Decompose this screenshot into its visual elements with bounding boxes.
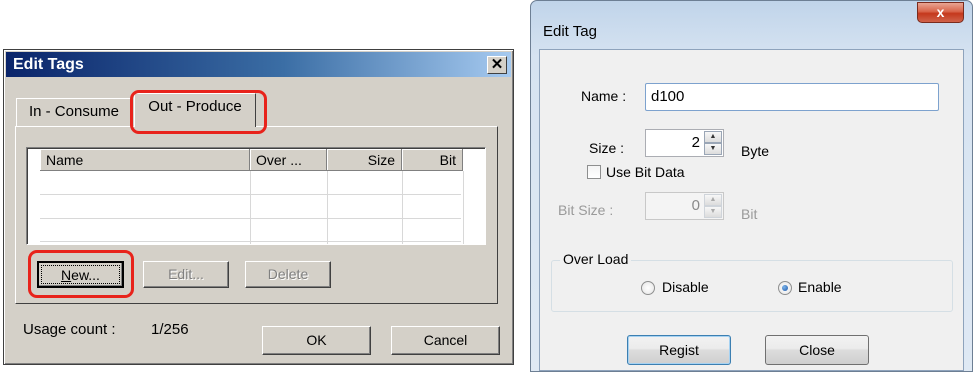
size-unit-label: Byte — [741, 143, 770, 159]
edit-tags-dialog: Edit Tags ✕ In - Consume Out - Produce N… — [3, 49, 514, 365]
size-label: Size : — [589, 140, 625, 156]
spin-down-icon[interactable]: ▼ — [704, 143, 722, 155]
row-divider — [40, 194, 461, 195]
bit-size-label: Bit Size : — [558, 202, 614, 218]
enable-radio-label: Enable — [798, 279, 842, 295]
usage-count-label: Usage count : — [23, 321, 116, 338]
row-divider — [40, 218, 461, 219]
title-bar: Edit Tags ✕ — [6, 52, 511, 77]
column-divider — [250, 171, 251, 244]
size-value: 2 — [691, 134, 700, 151]
column-header-size[interactable]: Size — [327, 149, 402, 171]
size-spin-buttons: ▲ ▼ — [704, 131, 722, 155]
bit-size-unit-label: Bit — [741, 206, 758, 222]
cancel-button[interactable]: Cancel — [391, 326, 500, 355]
usage-count-value: 1/256 — [151, 321, 189, 338]
row-divider — [40, 241, 461, 242]
bit-size-value: 0 — [691, 197, 700, 214]
dialog-body: Name : d100 Size : 2 ▲ ▼ Byte Use Bit Da… — [539, 49, 964, 371]
column-divider — [402, 171, 403, 244]
edit-tag-dialog: Edit Tag x Name : d100 Size : 2 ▲ ▼ Byte… — [530, 0, 973, 372]
column-divider — [327, 171, 328, 244]
name-label: Name : — [581, 88, 627, 104]
name-input[interactable]: d100 — [645, 83, 939, 111]
bit-size-stepper[interactable]: 0 ▲ ▼ — [645, 192, 724, 220]
tag-list-table[interactable]: Name Over ... Size Bit — [26, 147, 486, 245]
overload-legend: Over Load — [560, 251, 632, 267]
regist-button[interactable]: Regist — [627, 335, 731, 365]
spin-down-icon[interactable]: ▼ — [704, 206, 722, 218]
enable-radio[interactable] — [778, 281, 792, 295]
column-header-bit[interactable]: Bit — [402, 149, 463, 171]
ok-button[interactable]: OK — [262, 326, 371, 355]
disable-radio-label: Disable — [662, 279, 709, 295]
bit-size-spin-buttons: ▲ ▼ — [704, 194, 722, 218]
use-bit-data-checkbox[interactable] — [587, 165, 601, 179]
overload-groupbox: Over Load Disable Enable — [551, 251, 953, 312]
delete-button[interactable]: Delete — [245, 261, 331, 288]
close-icon[interactable]: x — [917, 2, 964, 23]
tab-out-produce[interactable]: Out - Produce — [134, 93, 256, 127]
dialog-title: Edit Tags — [13, 56, 84, 73]
tab-in-consume[interactable]: In - Consume — [16, 98, 132, 126]
new-button[interactable]: New... — [37, 261, 124, 288]
size-stepper[interactable]: 2 ▲ ▼ — [645, 129, 724, 157]
dialog-title: Edit Tag — [543, 23, 597, 40]
column-header-name[interactable]: Name — [40, 149, 250, 171]
column-header-overload[interactable]: Over ... — [250, 149, 327, 171]
edit-button[interactable]: Edit... — [143, 261, 229, 288]
spin-up-icon[interactable]: ▲ — [704, 131, 722, 143]
close-button[interactable]: Close — [765, 335, 869, 365]
close-icon[interactable]: ✕ — [487, 56, 507, 74]
spin-up-icon[interactable]: ▲ — [704, 194, 722, 206]
use-bit-data-label: Use Bit Data — [606, 164, 685, 180]
disable-radio[interactable] — [641, 281, 655, 295]
column-divider — [463, 171, 464, 244]
